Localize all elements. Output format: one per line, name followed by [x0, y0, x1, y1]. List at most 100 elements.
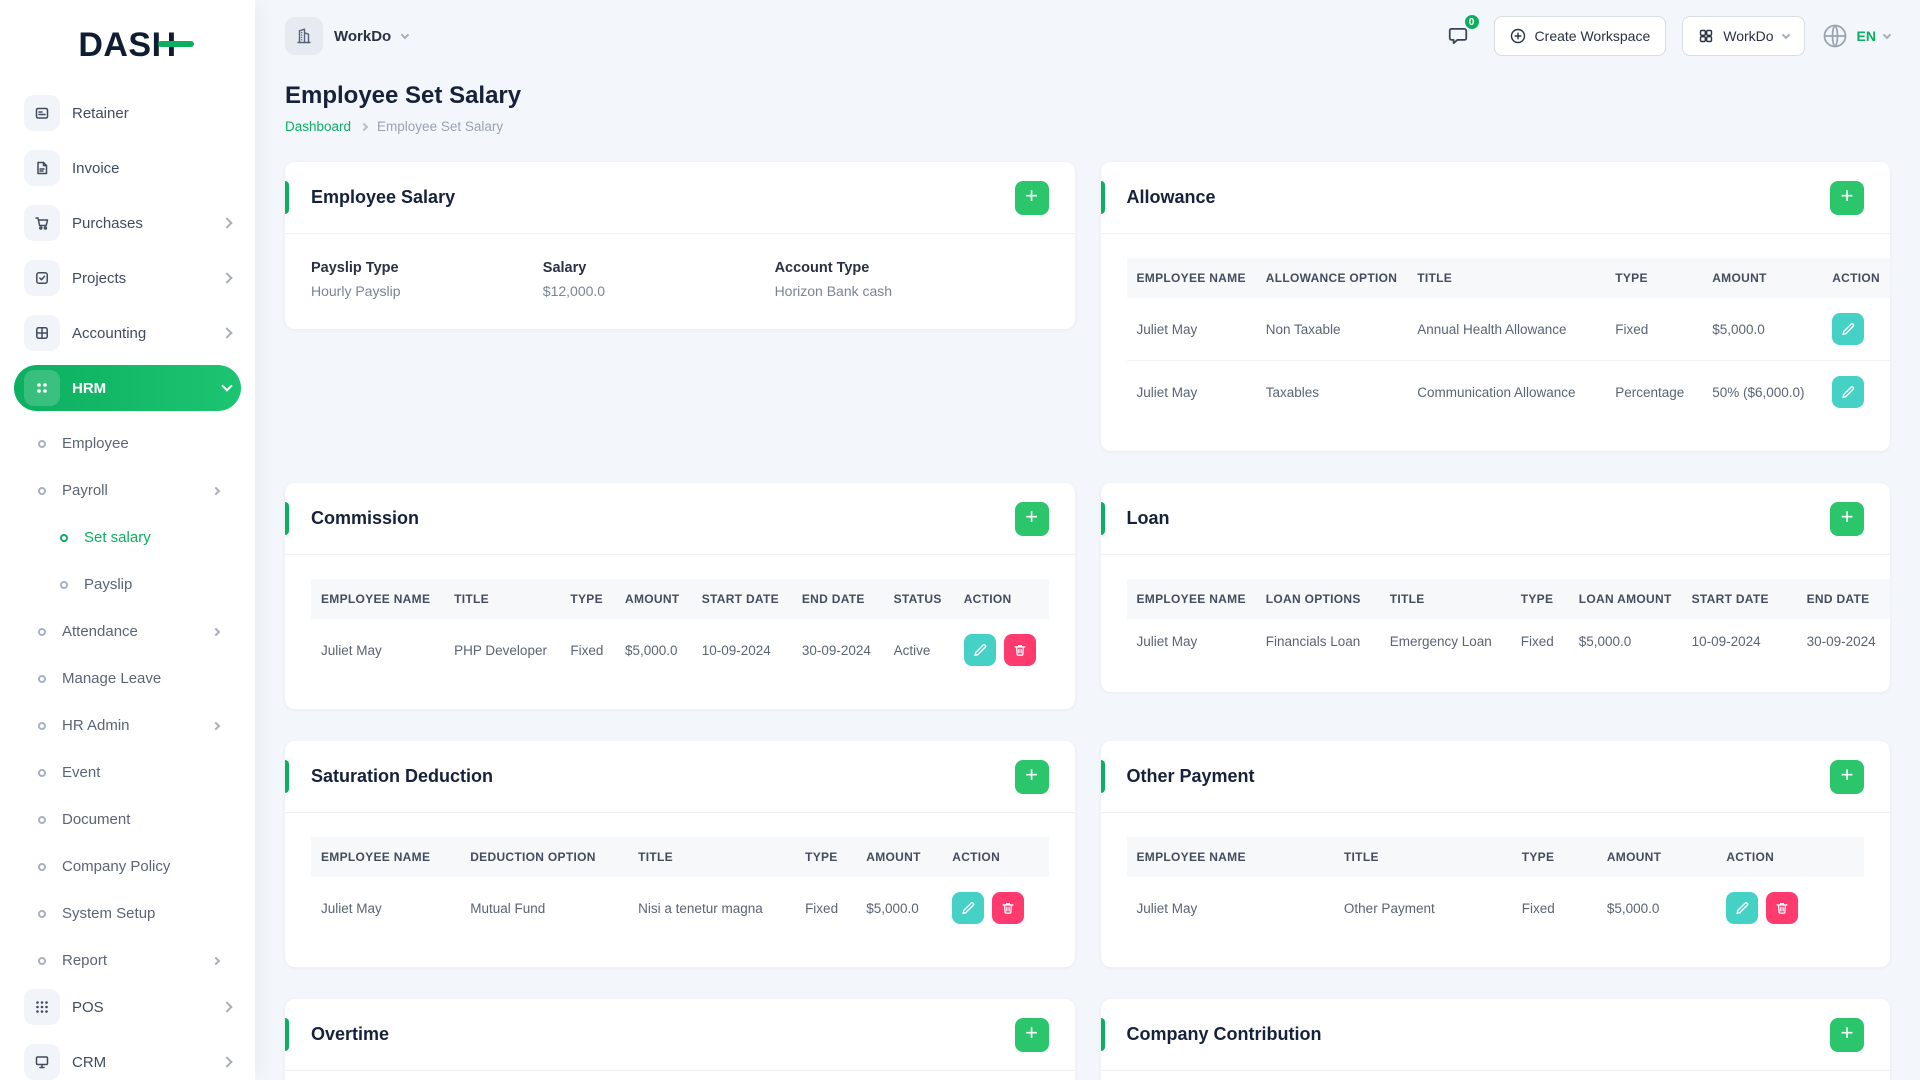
app-logo[interactable]: DASH	[14, 0, 241, 90]
sidebar-item-company-policy[interactable]: Company Policy	[14, 843, 241, 890]
cell-actions	[954, 619, 1049, 681]
breadcrumb: Dashboard Employee Set Salary	[285, 119, 1890, 134]
sidebar-nav: Retainer Invoice Purchases Projects Acco…	[14, 90, 241, 1080]
sidebar-item-payroll[interactable]: Payroll	[14, 467, 241, 514]
create-workspace-button[interactable]: Create Workspace	[1493, 16, 1667, 56]
apps-menu-label: WorkDo	[1723, 28, 1774, 44]
add-saturation-deduction-button[interactable]: +	[1014, 759, 1049, 794]
sidebar-item-label: Company Policy	[62, 858, 171, 875]
card-header: Overtime +	[285, 999, 1075, 1071]
sidebar-item-invoice[interactable]: Invoice	[14, 145, 241, 191]
sidebar-item-pos[interactable]: POS	[14, 984, 241, 1030]
add-allowance-button[interactable]: +	[1830, 180, 1864, 215]
bullet-icon	[38, 862, 46, 871]
table-header-row: EMPLOYEE NAME DEDUCTION OPTION TITLE TYP…	[311, 837, 1049, 877]
col-action: ACTION	[1822, 258, 1890, 298]
add-overtime-button[interactable]: +	[1014, 1017, 1049, 1052]
edit-button[interactable]	[963, 634, 996, 666]
grid-icon	[1700, 29, 1713, 43]
col-type: TYPE	[795, 837, 857, 877]
sidebar-item-report[interactable]: Report	[14, 937, 241, 984]
add-loan-button[interactable]: +	[1830, 501, 1864, 536]
field-account-type: Account Type Horizon Bank cash	[775, 260, 1049, 299]
saturation-deduction-table: EMPLOYEE NAME DEDUCTION OPTION TITLE TYP…	[311, 837, 1049, 939]
col-action: ACTION	[942, 837, 1049, 877]
workspace-name: WorkDo	[334, 27, 392, 45]
col-employee-name: EMPLOYEE NAME	[1126, 837, 1334, 877]
cell-title: Other Payment	[1343, 900, 1435, 916]
language-switcher[interactable]: EN	[1821, 22, 1892, 50]
sidebar-item-set-salary[interactable]: Set salary	[14, 514, 241, 561]
cell-actions	[1716, 877, 1864, 939]
commission-table-zone: EMPLOYEE NAME TITLE TYPE AMOUNT START DA…	[285, 555, 1075, 709]
trash-icon	[1014, 644, 1026, 656]
bullet-icon	[60, 533, 68, 542]
workspace-switcher[interactable]: WorkDo	[285, 17, 410, 55]
col-title: TITLE	[1407, 258, 1606, 298]
edit-button[interactable]	[1832, 313, 1865, 345]
sidebar-item-employee[interactable]: Employee	[14, 420, 241, 467]
other-payment-table: EMPLOYEE NAME TITLE TYPE AMOUNT ACTION J…	[1126, 837, 1864, 939]
card-header: Allowance +	[1100, 162, 1890, 234]
add-other-payment-button[interactable]: +	[1830, 759, 1864, 794]
sidebar-item-event[interactable]: Event	[14, 749, 241, 796]
sidebar-item-system-setup[interactable]: System Setup	[14, 890, 241, 937]
card-header: Employee Salary +	[285, 162, 1075, 234]
sidebar-item-manage-leave[interactable]: Manage Leave	[14, 655, 241, 702]
plus-circle-icon	[1510, 28, 1525, 44]
card-header: Saturation Deduction +	[285, 741, 1075, 813]
sidebar-item-label: CRM	[72, 1053, 107, 1071]
breadcrumb-dashboard-link[interactable]: Dashboard	[285, 119, 351, 134]
col-title: TITLE	[628, 837, 796, 877]
cell-start-date: 10-09-2024	[1691, 634, 1761, 649]
col-title: TITLE	[1333, 837, 1512, 877]
check-square-icon	[24, 260, 60, 296]
pencil-icon	[962, 902, 975, 915]
cell-status: Active	[893, 642, 931, 658]
edit-button[interactable]	[1726, 892, 1759, 924]
sidebar-item-accounting[interactable]: Accounting	[14, 310, 241, 356]
chevron-down-icon	[1781, 30, 1790, 39]
bullet-icon	[38, 674, 46, 683]
sidebar-item-hrm[interactable]: HRM	[14, 365, 241, 411]
card-title: Loan	[1126, 508, 1170, 528]
invoice-icon	[24, 150, 60, 186]
add-employee-salary-button[interactable]: +	[1014, 180, 1049, 215]
cell-employee: Juliet May	[1136, 321, 1198, 337]
edit-button[interactable]	[1832, 376, 1865, 408]
delete-button[interactable]	[992, 892, 1025, 924]
cell-employee: Juliet May	[1136, 900, 1198, 916]
cell-employee: Juliet May	[1136, 634, 1198, 649]
sidebar-item-label: Retainer	[72, 104, 129, 122]
cell-amount: $5,000.0	[624, 642, 678, 658]
sidebar-item-retainer[interactable]: Retainer	[14, 90, 241, 136]
pencil-icon	[1736, 902, 1749, 915]
sidebar-item-payslip[interactable]: Payslip	[14, 561, 241, 608]
sidebar-item-label: Payslip	[84, 576, 133, 593]
sidebar-item-crm[interactable]: CRM	[14, 1039, 241, 1080]
cell-amount: $5,000.0	[866, 900, 919, 916]
other-payment-card: Other Payment + EMPLOYEE NAME TITLE TYPE…	[1100, 741, 1890, 967]
apps-menu-button[interactable]: WorkDo	[1682, 16, 1805, 56]
cell-type: Fixed	[570, 642, 604, 658]
sidebar-item-document[interactable]: Document	[14, 796, 241, 843]
col-end-date: END DATE	[1796, 579, 1890, 619]
cell-title: PHP Developer	[454, 642, 547, 658]
delete-button[interactable]	[1003, 634, 1036, 666]
edit-button[interactable]	[952, 892, 985, 924]
messages-button[interactable]: 0	[1438, 13, 1481, 56]
sidebar-item-attendance[interactable]: Attendance	[14, 608, 241, 655]
sidebar-item-hr-admin[interactable]: HR Admin	[14, 702, 241, 749]
field-value: Horizon Bank cash	[774, 283, 893, 299]
add-company-contribution-button[interactable]: +	[1830, 1017, 1864, 1052]
delete-button[interactable]	[1766, 892, 1799, 924]
col-loan-amount: LOAN AMOUNT	[1568, 579, 1682, 619]
sidebar-item-projects[interactable]: Projects	[14, 255, 241, 301]
saturation-deduction-card: Saturation Deduction + EMPLOYEE NAME DED…	[285, 741, 1075, 967]
messages-badge: 0	[1462, 13, 1481, 31]
bullet-icon	[38, 909, 46, 918]
allowance-table: EMPLOYEE NAME ALLOWANCE OPTION TITLE TYP…	[1126, 258, 1890, 423]
page-title: Employee Set Salary	[285, 82, 522, 109]
add-commission-button[interactable]: +	[1014, 501, 1049, 536]
sidebar-item-purchases[interactable]: Purchases	[14, 200, 241, 246]
